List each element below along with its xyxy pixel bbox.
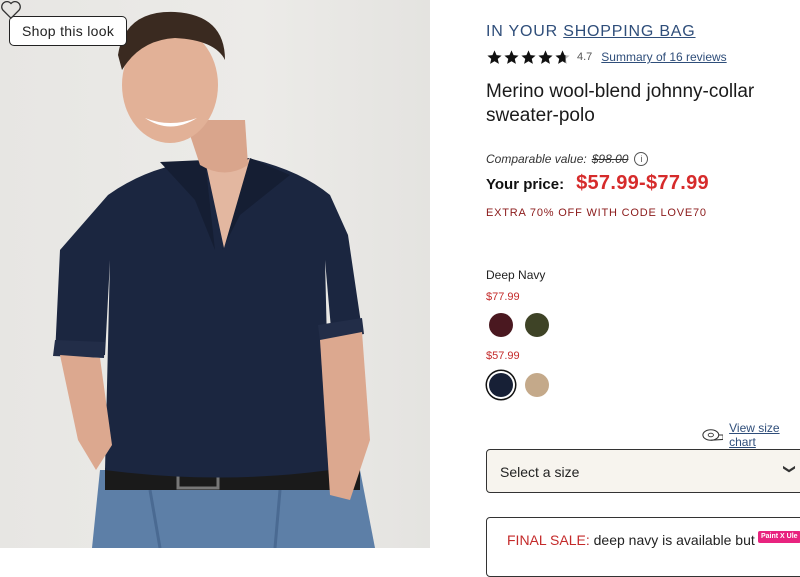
info-icon[interactable]: i <box>634 152 649 166</box>
shopping-bag-link[interactable]: SHOPPING BAG <box>563 23 695 40</box>
rating-row: 4.7 Summary of 16 reviews <box>486 48 727 66</box>
star-icon <box>521 49 536 64</box>
selected-color-name: Deep Navy <box>486 268 546 282</box>
color-group-price: $57.99 <box>486 350 520 362</box>
star-icon <box>555 49 570 64</box>
size-select[interactable]: Select a size ❯ <box>486 449 800 493</box>
final-sale-message: deep navy is available but <box>589 532 755 548</box>
comparable-price: $98.00 <box>591 152 629 166</box>
chevron-down-icon: ❯ <box>783 463 798 475</box>
comparable-label: Comparable value: <box>486 152 587 166</box>
in-bag-notice: IN YOUR SHOPPING BAG <box>486 23 696 41</box>
star-icon <box>487 49 502 64</box>
star-rating <box>486 49 571 66</box>
comparable-value: Comparable value: $98.00 i <box>486 152 649 166</box>
heart-icon[interactable] <box>0 0 22 20</box>
color-swatch-olive[interactable] <box>525 313 549 337</box>
color-swatch-burgundy[interactable] <box>489 313 513 337</box>
star-icon <box>538 49 553 64</box>
extension-badge[interactable]: Paint X Ule <box>758 531 800 543</box>
product-image[interactable]: Shop this look <box>0 0 430 548</box>
size-chart-label[interactable]: View size chart <box>729 421 800 449</box>
final-sale-label: FINAL SALE: <box>507 532 590 548</box>
tape-measure-icon <box>702 429 724 441</box>
final-sale-notice: FINAL SALE: deep navy is available but P… <box>486 517 800 577</box>
rating-value: 4.7 <box>577 51 593 63</box>
star-icon <box>504 49 519 64</box>
price-label: Your price: <box>486 176 565 193</box>
color-group-price: $77.99 <box>486 291 520 303</box>
bag-prefix: IN YOUR <box>486 23 564 40</box>
product-title: Merino wool-blend johnny-collar sweater-… <box>486 81 755 126</box>
promo-code-text: EXTRA 70% OFF WITH CODE LOVE70 <box>486 207 707 219</box>
reviews-link[interactable]: Summary of 16 reviews <box>601 50 726 64</box>
price-range: $57.99-$77.99 <box>576 172 709 194</box>
price-row: Your price: $57.99-$77.99 <box>486 172 709 195</box>
color-swatch-oatmeal[interactable] <box>525 373 549 397</box>
final-sale-text: FINAL SALE: deep navy is available but <box>507 532 755 548</box>
product-details: IN YOUR SHOPPING BAG 4.7 Summary of 16 r… <box>486 0 800 577</box>
shop-this-look-button[interactable]: Shop this look <box>9 16 128 46</box>
size-select-placeholder: Select a size <box>500 464 580 480</box>
model-illustration <box>53 11 375 548</box>
size-chart-link[interactable]: View size chart <box>702 421 800 449</box>
color-swatch-deep-navy[interactable] <box>489 373 513 397</box>
